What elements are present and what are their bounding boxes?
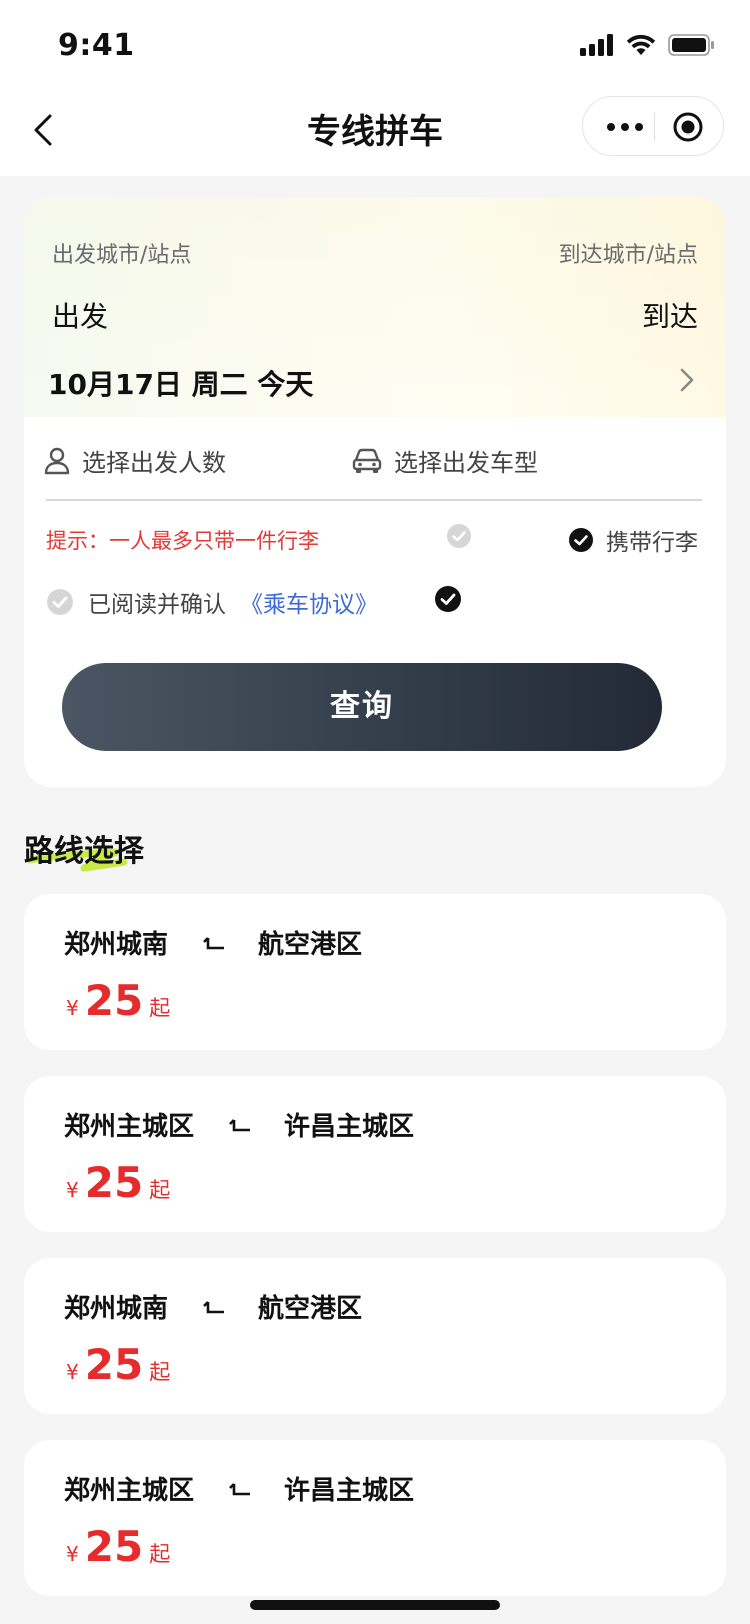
route-to: 航空港区: [258, 930, 363, 960]
to-label: 到达城市/站点: [558, 243, 698, 268]
more-dots-icon[interactable]: [603, 113, 647, 141]
status-icons: [580, 34, 714, 56]
route-from: 郑州主城区: [64, 1476, 195, 1506]
people-picker[interactable]: 选择出发人数: [44, 443, 226, 478]
route-to: 许昌主城区: [284, 1476, 415, 1506]
price-value: 25: [84, 976, 144, 1025]
section-title: 路线选择: [24, 834, 144, 869]
route-to: 航空港区: [258, 1294, 363, 1324]
price-suffix: 起: [149, 1360, 171, 1384]
price-suffix: 起: [149, 996, 171, 1020]
route-arrow-icon: [229, 1118, 251, 1131]
route-from: 郑州城南: [64, 930, 169, 960]
price-value: 25: [84, 1522, 144, 1571]
from-field[interactable]: 出发: [52, 295, 108, 335]
car-type-placeholder: 选择出发车型: [394, 449, 538, 477]
agreement-text: 已阅读并确认: [88, 592, 226, 618]
check-circle-icon: [568, 527, 594, 553]
price-value: 25: [84, 1158, 144, 1207]
to-field[interactable]: 到达: [642, 295, 698, 335]
route-from: 郑州主城区: [64, 1112, 195, 1142]
route-names: 郑州主城区 许昌主城区: [64, 1470, 414, 1507]
capsule-divider: [654, 113, 655, 141]
wifi-icon: [626, 34, 656, 56]
check-circle-icon[interactable]: [434, 585, 462, 613]
route-from: 郑州城南: [64, 1294, 169, 1324]
route-card[interactable]: 郑州城南 航空港区 ¥ 25 起: [24, 894, 726, 1050]
status-time: 9:41: [58, 28, 135, 63]
route-arrow-icon: [203, 936, 225, 949]
top-bar: 9:41 专线拼车: [0, 0, 750, 176]
price-currency: ¥: [66, 1542, 79, 1566]
query-button[interactable]: 查询: [62, 663, 662, 751]
price-currency: ¥: [66, 1360, 79, 1384]
route-arrow-icon: [229, 1482, 251, 1495]
check-circle-icon[interactable]: [46, 588, 74, 616]
car-type-picker[interactable]: 选择出发车型: [352, 443, 538, 478]
chevron-right-icon[interactable]: [676, 365, 698, 395]
price-suffix: 起: [149, 1542, 171, 1566]
route-price: ¥ 25 起: [66, 1342, 170, 1388]
price-suffix: 起: [149, 1178, 171, 1202]
route-names: 郑州城南 航空港区: [64, 1288, 362, 1325]
luggage-label: 携带行李: [606, 530, 698, 556]
route-names: 郑州城南 航空港区: [64, 924, 362, 961]
route-card[interactable]: 郑州主城区 许昌主城区 ¥ 25 起: [24, 1440, 726, 1596]
luggage-hint: 提示：一人最多只带一件行李: [46, 529, 319, 553]
from-label: 出发城市/站点: [52, 243, 192, 268]
search-card: 出发城市/站点 到达城市/站点 出发 到达 10月17日 周二 今天 选择出发人…: [24, 197, 726, 787]
agreement-row[interactable]: 已阅读并确认 《乘车协议》: [46, 585, 378, 619]
luggage-toggle[interactable]: 携带行李: [568, 523, 698, 557]
signal-icon: [580, 34, 614, 56]
date-field[interactable]: 10月17日 周二 今天: [48, 363, 313, 403]
route-card[interactable]: 郑州城南 航空港区 ¥ 25 起: [24, 1258, 726, 1414]
agreement-link[interactable]: 《乘车协议》: [240, 585, 378, 619]
route-price: ¥ 25 起: [66, 978, 170, 1024]
check-circle-icon[interactable]: [446, 523, 472, 549]
price-value: 25: [84, 1340, 144, 1389]
route-to: 许昌主城区: [284, 1112, 415, 1142]
people-placeholder: 选择出发人数: [82, 449, 226, 477]
divider: [46, 499, 702, 501]
home-indicator: [250, 1600, 500, 1610]
battery-icon: [668, 34, 714, 56]
route-price: ¥ 25 起: [66, 1524, 170, 1570]
price-currency: ¥: [66, 996, 79, 1020]
route-names: 郑州主城区 许昌主城区: [64, 1106, 414, 1143]
mini-program-capsule: [582, 96, 724, 156]
price-currency: ¥: [66, 1178, 79, 1202]
route-card[interactable]: 郑州主城区 许昌主城区 ¥ 25 起: [24, 1076, 726, 1232]
record-icon[interactable]: [671, 110, 705, 144]
person-icon: [44, 447, 70, 475]
route-arrow-icon: [203, 1300, 225, 1313]
car-icon: [352, 448, 382, 474]
route-price: ¥ 25 起: [66, 1160, 170, 1206]
